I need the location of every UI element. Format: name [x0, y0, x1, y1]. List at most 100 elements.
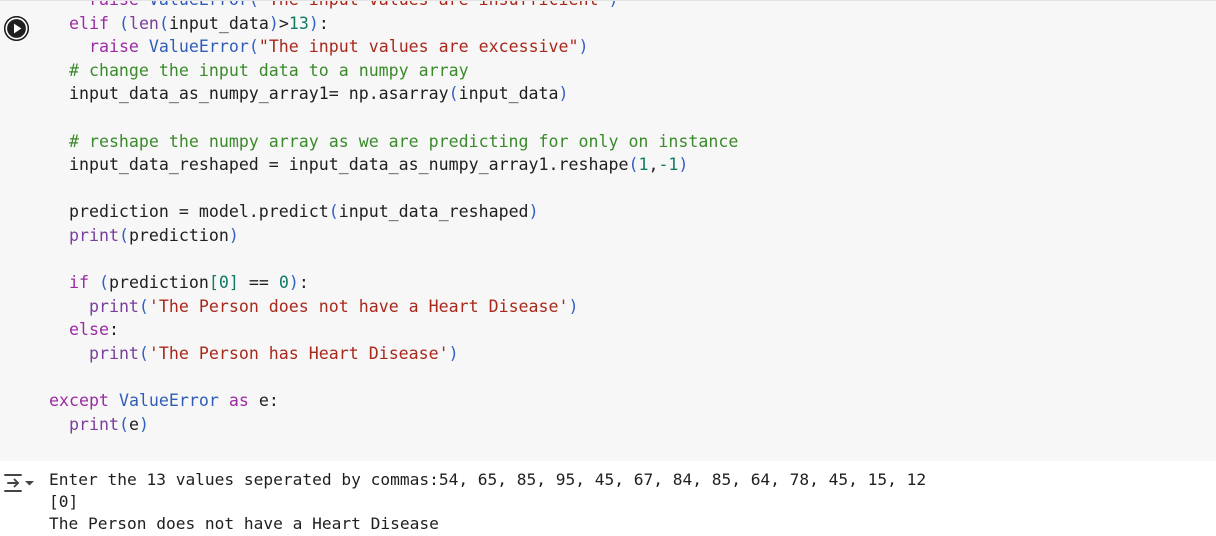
code-line: except ValueError as e: — [49, 389, 1199, 413]
code-token: ( — [118, 225, 129, 245]
code-token: ValueError — [149, 1, 249, 9]
code-token: 'The Person does not have a Heart Diseas… — [148, 296, 569, 316]
code-token: ) — [678, 155, 689, 175]
code-token: ) — [528, 202, 539, 222]
code-token: ] — [228, 273, 239, 293]
code-token: ) — [448, 343, 459, 363]
code-token: input_data_reshaped = input_data_as_nump… — [49, 155, 629, 175]
code-token: ValueError — [118, 391, 219, 411]
code-token: ( — [138, 343, 149, 363]
code-token: print — [88, 296, 139, 316]
code-token: # change the input data to a numpy array — [68, 60, 469, 80]
code-token: ) — [568, 296, 579, 316]
code-token: ) — [578, 37, 589, 57]
code-cell[interactable]: raise ValueError("The input values are i… — [0, 0, 1216, 462]
code-line: # reshape the numpy array as we are pred… — [49, 130, 1199, 154]
output-toggle-button[interactable] — [2, 471, 36, 495]
code-line: elif (len(input_data)>13): — [49, 12, 1199, 36]
code-line: raise ValueError("The input values are i… — [49, 1, 1199, 12]
code-token: ( — [628, 155, 639, 175]
code-line: prediction = model.predict(input_data_re… — [49, 200, 1199, 224]
code-token: # reshape the numpy array as we are pred… — [68, 131, 739, 151]
code-token: "The input values are insufficient" — [259, 1, 609, 9]
code-token: if — [68, 273, 89, 293]
code-line: raise ValueError("The input values are e… — [49, 35, 1199, 59]
code-token: print — [68, 414, 119, 434]
code-token: ( — [249, 1, 259, 9]
code-line: ​ — [49, 106, 1199, 130]
code-token: ) — [228, 225, 239, 245]
code-token: ( — [448, 84, 459, 104]
code-token: ( — [98, 273, 109, 293]
code-token: ( — [118, 414, 129, 434]
output-toggle-icon — [4, 474, 34, 492]
code-token: > — [278, 13, 289, 33]
code-line: if (prediction[0] == 0): — [49, 271, 1199, 295]
code-line: print('The Person does not have a Heart … — [49, 295, 1199, 319]
code-token: input_data — [458, 84, 559, 104]
code-token: else — [68, 320, 109, 340]
code-token: ) — [308, 13, 319, 33]
code-editor[interactable]: raise ValueError("The input values are i… — [49, 1, 1199, 437]
code-token: input_data_as_numpy_array1= np.asarray — [49, 84, 449, 104]
code-token: ( — [248, 37, 259, 57]
code-token: ) — [609, 1, 619, 9]
code-line: ​ — [49, 177, 1199, 201]
run-cell-button[interactable] — [4, 16, 29, 41]
code-token: 1 — [638, 155, 649, 175]
code-token: input_data — [168, 13, 269, 33]
code-line: ​ — [49, 248, 1199, 272]
code-token: -1 — [658, 155, 679, 175]
code-token: , — [648, 155, 659, 175]
code-line: print('The Person has Heart Disease') — [49, 342, 1199, 366]
code-line: ​ — [49, 366, 1199, 390]
code-token: "The input values are excessive" — [258, 37, 579, 57]
code-token: input_data_reshaped — [338, 202, 529, 222]
code-token: ( — [328, 202, 339, 222]
code-token: len — [128, 13, 159, 33]
play-icon — [4, 16, 29, 41]
cell-output: Enter the 13 values seperated by commas:… — [0, 461, 1216, 536]
output-line: [0] — [49, 492, 79, 511]
code-token: ( — [118, 13, 129, 33]
output-line: Enter the 13 values seperated by commas:… — [49, 470, 927, 489]
code-token: ValueError — [148, 37, 249, 57]
code-token: raise — [88, 37, 139, 57]
code-token: elif — [68, 13, 109, 33]
code-token: prediction = model.predict — [49, 202, 329, 222]
code-token: 0 — [218, 273, 229, 293]
code-token: : — [318, 13, 329, 33]
code-line: print(e) — [49, 413, 1199, 437]
code-line: input_data_as_numpy_array1= np.asarray(i… — [49, 82, 1199, 106]
code-token: e: — [248, 391, 279, 411]
code-token: : — [298, 273, 309, 293]
code-token: ) — [288, 273, 299, 293]
output-text: Enter the 13 values seperated by commas:… — [49, 469, 926, 535]
code-line: # change the input data to a numpy array — [49, 59, 1199, 83]
code-line: else: — [49, 318, 1199, 342]
code-token: ) — [268, 13, 279, 33]
code-token: as — [228, 391, 249, 411]
output-line: The Person does not have a Heart Disease — [49, 514, 439, 533]
code-token: prediction — [128, 225, 229, 245]
code-token: ( — [158, 13, 169, 33]
code-line: input_data_reshaped = input_data_as_nump… — [49, 153, 1199, 177]
code-token: print — [88, 343, 139, 363]
code-token: e — [128, 414, 139, 434]
